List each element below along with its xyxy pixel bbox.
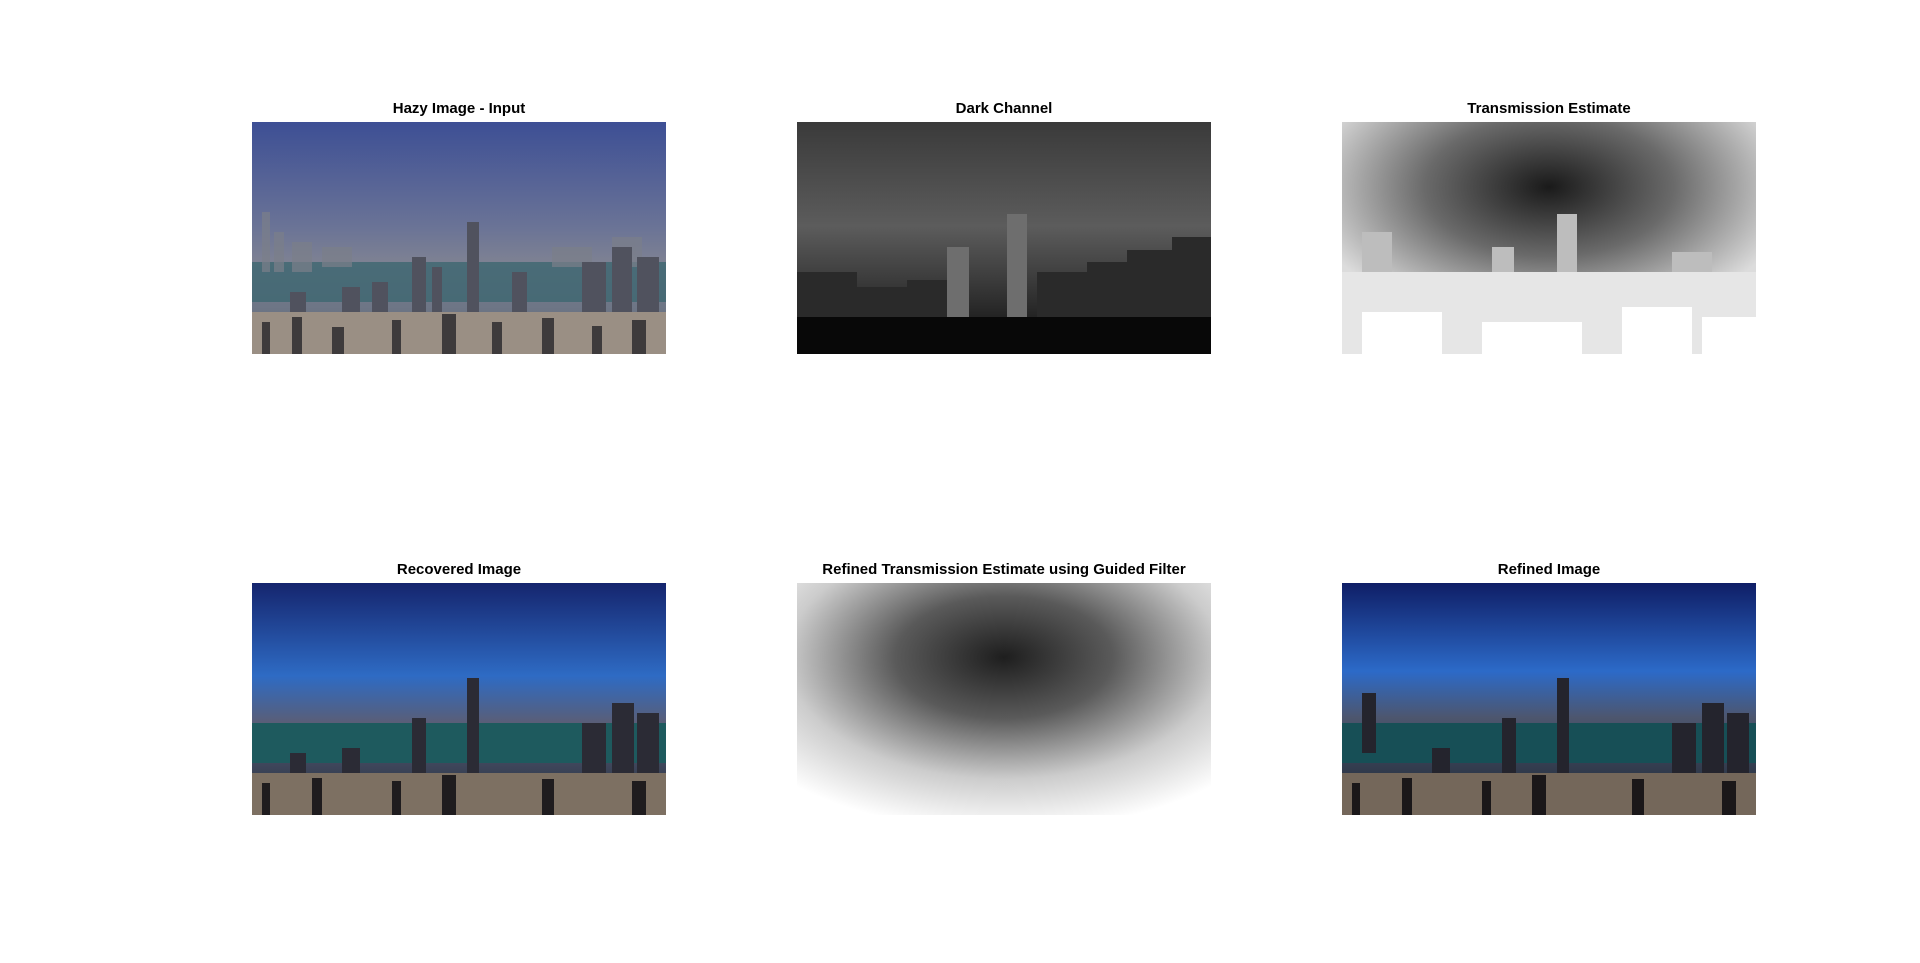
- recovered-image: [252, 583, 666, 815]
- hazy-input-image: [252, 122, 666, 354]
- panel-hazy-input: Hazy Image - Input: [252, 100, 666, 354]
- figure-window: { "panels": [ {"title": "Hazy Image - In…: [0, 0, 1920, 963]
- panel-title: Recovered Image: [396, 561, 522, 578]
- refined-image: [1342, 583, 1756, 815]
- panel-title: Dark Channel: [955, 100, 1053, 117]
- panel-refined-transmission: Refined Transmission Estimate using Guid…: [797, 561, 1211, 815]
- refined-transmission-image: [797, 583, 1211, 815]
- panel-transmission-estimate: Transmission Estimate: [1342, 100, 1756, 354]
- panel-title: Transmission Estimate: [1467, 100, 1631, 117]
- dark-channel-image: [797, 122, 1211, 354]
- panel-title: Refined Transmission Estimate using Guid…: [822, 561, 1186, 578]
- panel-title: Hazy Image - Input: [392, 100, 526, 117]
- panel-recovered-image: Recovered Image: [252, 561, 666, 815]
- transmission-estimate-image: [1342, 122, 1756, 354]
- panel-title: Refined Image: [1497, 561, 1601, 578]
- panel-refined-image: Refined Image: [1342, 561, 1756, 815]
- panel-dark-channel: Dark Channel: [797, 100, 1211, 354]
